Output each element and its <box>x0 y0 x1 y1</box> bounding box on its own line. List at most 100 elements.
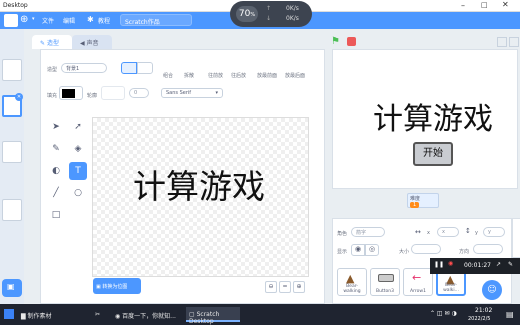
menu-file[interactable]: 文件 <box>42 16 54 25</box>
delete-icon[interactable]: ✕ <box>15 93 23 101</box>
group-button[interactable]: 组合 <box>163 72 173 79</box>
size-input[interactable] <box>411 244 441 254</box>
stage-title: 计算游戏 <box>373 102 493 137</box>
usage-percent: 70% <box>236 6 258 22</box>
upload-rate: 0K/s <box>286 5 299 12</box>
sprite-tile[interactable]: ← Arrow1 <box>403 268 433 296</box>
circle-tool-icon[interactable]: ○ <box>71 186 85 200</box>
taskbar-item[interactable]: ◉ 百度一下，你就知... <box>112 307 184 322</box>
choose-backdrop-button[interactable]: ▣ <box>2 279 22 297</box>
green-flag-icon[interactable]: ⚑ <box>331 36 340 47</box>
button-icon <box>378 274 394 282</box>
stage-header: ⚑ <box>325 35 520 49</box>
show-visible-icon[interactable]: ◉ <box>351 244 365 256</box>
monitor-label: 难度 <box>410 196 421 202</box>
x-input[interactable]: x <box>437 227 459 237</box>
scratch-logo[interactable] <box>4 14 18 27</box>
outline-color-picker[interactable] <box>101 86 125 100</box>
stage-pane[interactable] <box>512 218 520 258</box>
download-rate: 0K/s <box>286 15 299 22</box>
fill-color-picker[interactable] <box>59 86 83 100</box>
size-label: 大小 <box>399 249 410 255</box>
fill-swatch <box>62 89 75 98</box>
maximize-button[interactable]: □ <box>481 1 488 9</box>
flip-horizontal-button[interactable] <box>121 62 137 74</box>
costume-thumb[interactable] <box>2 59 22 81</box>
record-icon[interactable]: ◉ <box>448 260 453 267</box>
stop-icon[interactable] <box>347 37 356 46</box>
hide-icon[interactable]: ◎ <box>365 244 379 256</box>
window-title: Desktop <box>3 2 28 9</box>
zoom-reset-button[interactable]: = <box>279 281 291 293</box>
fill-tool-icon[interactable]: ◐ <box>49 164 63 178</box>
back-button[interactable]: 放最后面 <box>285 72 305 79</box>
forward-button[interactable]: 往前放 <box>208 72 223 79</box>
taskbar-item-active[interactable]: ▢ Scratch Desktop <box>186 307 240 325</box>
project-title-input[interactable]: Scratch作品 <box>120 14 192 26</box>
ungroup-button[interactable]: 拆散 <box>184 72 194 79</box>
zoom-out-icon[interactable]: ⊖ <box>265 281 277 293</box>
notification-icon[interactable]: ▤ <box>506 310 514 319</box>
minimize-button[interactable]: – <box>461 1 465 10</box>
convert-to-bitmap-button[interactable]: ▣ 转换为位图 <box>93 278 141 294</box>
costume-thumb-selected[interactable]: ✕ <box>2 93 23 117</box>
clock-time[interactable]: 21:02 <box>475 307 492 314</box>
outline-size-input[interactable]: 0 <box>129 88 149 98</box>
sprite-tile[interactable]: Button3 <box>370 268 400 296</box>
taskbar-item[interactable]: ▇ 制作素材 <box>18 307 78 322</box>
expand-icon[interactable]: ↗ <box>496 261 501 268</box>
front-button[interactable]: 放最前面 <box>257 72 277 79</box>
stage[interactable]: 计算游戏 开始 <box>332 49 518 189</box>
canvas-text[interactable]: 计算游戏 <box>133 160 265 208</box>
font-select[interactable]: Sans Serif ▾ <box>161 88 223 98</box>
menu-tutorials[interactable]: 教程 <box>98 16 110 25</box>
x-arrow-icon: ↔ <box>415 228 421 236</box>
select-tool-icon[interactable]: ➤ <box>49 120 63 134</box>
choose-sprite-icon[interactable]: ☺ <box>482 280 502 300</box>
globe-icon[interactable]: ⊕ <box>20 14 28 25</box>
chevron-down-icon: ▾ <box>215 90 218 96</box>
sprite-name-input[interactable]: 箭字 <box>351 227 385 237</box>
sprite-tile[interactable]: ▲ Bear-walking <box>337 268 367 296</box>
taskbar-item[interactable]: ✂ <box>92 307 108 322</box>
outline-label: 轮廓 <box>87 93 98 99</box>
down-arrow-icon: ↓ <box>266 15 272 22</box>
costume-name-input[interactable]: 背景1 <box>61 63 107 73</box>
speaker-icon: ◀ <box>80 40 85 47</box>
small-stage-icon[interactable] <box>497 37 507 47</box>
fullscreen-icon[interactable] <box>509 37 519 47</box>
direction-input[interactable] <box>473 244 503 254</box>
record-elapsed: 00:01:27 <box>464 262 491 269</box>
costume-thumb[interactable] <box>2 141 22 163</box>
pen-icon[interactable]: ✎ <box>508 261 513 268</box>
rectangle-tool-icon[interactable]: □ <box>49 208 63 222</box>
line-tool-icon[interactable]: ╱ <box>49 186 63 200</box>
clock-date[interactable]: 2022/2/5 <box>468 316 490 322</box>
window-controls: – □ ✕ <box>455 0 520 12</box>
chevron-down-icon: ▾ <box>32 16 35 22</box>
fill-label: 填充 <box>47 93 58 99</box>
text-tool-icon[interactable]: T <box>69 162 87 180</box>
close-button[interactable]: ✕ <box>502 0 509 9</box>
tray-icons[interactable]: ⌃ ◫ ✉ ◑ <box>430 310 457 317</box>
start-button-sprite[interactable]: 开始 <box>413 142 453 166</box>
zoom-in-icon[interactable]: ⊕ <box>293 281 305 293</box>
image-icon: ▣ <box>96 284 101 290</box>
paint-canvas[interactable]: 计算游戏 <box>92 117 309 277</box>
pause-icon[interactable]: ❚❚ <box>434 261 444 268</box>
costume-thumb[interactable] <box>2 199 22 221</box>
start-icon[interactable] <box>4 309 14 319</box>
editor-tabs: ✎ 造型 ◀ 声音 <box>24 35 324 49</box>
costume-list: ✕ ▣ <box>0 29 24 304</box>
brush-tool-icon[interactable]: ✎ <box>49 142 63 156</box>
show-label: 显示 <box>337 249 348 255</box>
reshape-tool-icon[interactable]: ➚ <box>71 120 85 134</box>
flip-vertical-button[interactable] <box>137 62 153 74</box>
eraser-tool-icon[interactable]: ◈ <box>71 142 85 156</box>
tab-sounds[interactable]: ◀ 声音 <box>72 35 112 49</box>
backward-button[interactable]: 往后放 <box>231 72 246 79</box>
y-input[interactable]: y <box>483 227 505 237</box>
tab-costumes[interactable]: ✎ 造型 <box>32 35 72 49</box>
network-monitor-widget: 70% ↑ 0K/s ↓ 0K/s <box>230 1 312 27</box>
menu-edit[interactable]: 编辑 <box>63 16 75 25</box>
